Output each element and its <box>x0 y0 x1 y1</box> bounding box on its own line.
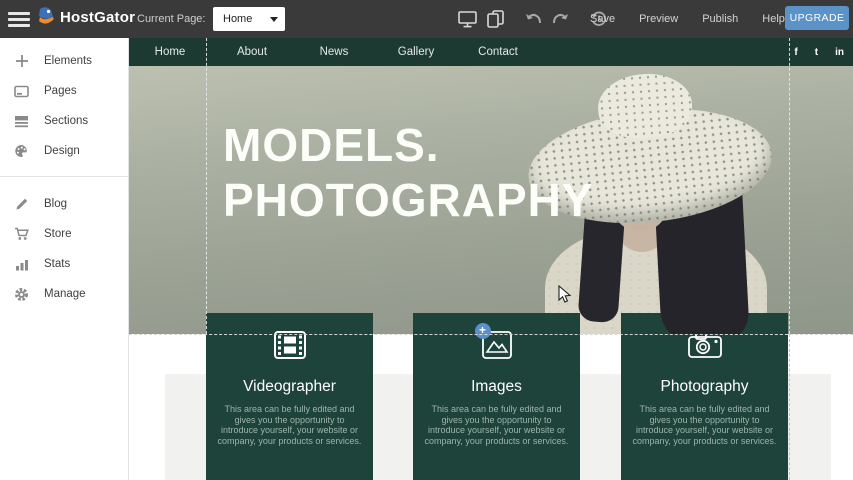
sidebar-item-elements[interactable]: Elements <box>0 46 128 76</box>
sidebar-item-label: Stats <box>44 258 70 270</box>
sidebar-item-label: Design <box>44 145 80 157</box>
current-page-label: Current Page: <box>137 13 205 25</box>
builder-window: HostGator Current Page: Home <box>0 0 853 480</box>
sidebar-item-label: Blog <box>44 198 67 210</box>
camera-icon <box>687 330 723 364</box>
image-plus-icon: + <box>481 330 513 364</box>
section-guide-right <box>789 38 790 334</box>
page-dropdown[interactable]: Home <box>213 7 285 31</box>
palette-icon <box>13 143 30 160</box>
menu-icon[interactable] <box>8 12 30 27</box>
sidebar-item-stats[interactable]: Stats <box>0 249 128 279</box>
gator-mascot-icon <box>36 6 56 28</box>
card-title: Videographer <box>206 378 373 396</box>
sidebar-item-label: Manage <box>44 288 86 300</box>
page-dropdown-value: Home <box>223 13 252 25</box>
add-image-badge-icon[interactable]: + <box>475 323 491 339</box>
hero-title-line1: MODELS. <box>223 118 594 173</box>
cart-icon <box>13 226 30 243</box>
sidebar-item-store[interactable]: Store <box>0 219 128 249</box>
card-title: Images <box>413 378 580 396</box>
redo-icon[interactable] <box>549 9 573 29</box>
hostgator-logo: HostGator <box>36 6 135 28</box>
toolbar-actions: Save Preview Publish Help <box>578 0 797 38</box>
pencil-icon <box>13 196 30 213</box>
bar-chart-icon <box>13 256 30 273</box>
brand-text: HostGator <box>60 9 135 26</box>
plus-icon <box>13 53 30 70</box>
card-images[interactable]: + Images This area can be fully edited a… <box>413 313 580 480</box>
sidebar-item-label: Pages <box>44 85 77 97</box>
film-icon <box>273 330 307 364</box>
site-navbar: Home About News Gallery Contact f t in <box>129 38 853 66</box>
sidebar-divider <box>0 176 128 177</box>
sections-icon <box>13 113 30 130</box>
linkedin-icon[interactable]: in <box>835 47 844 58</box>
sidebar-item-design[interactable]: Design <box>0 136 128 166</box>
desktop-view-icon[interactable] <box>455 9 479 29</box>
hero-section[interactable]: MODELS. PHOTOGRAPHY <box>129 66 853 334</box>
sidebar-item-manage[interactable]: Manage <box>0 279 128 309</box>
upgrade-button[interactable]: UPGRADE <box>785 6 849 30</box>
section-guide-right-lower <box>789 334 790 480</box>
card-photography[interactable]: Photography This area can be fully edite… <box>621 313 788 480</box>
card-body: This area can be fully edited and gives … <box>216 404 364 446</box>
gear-icon <box>13 286 30 303</box>
facebook-icon[interactable]: f <box>794 47 797 58</box>
section-guide-left <box>206 38 207 334</box>
publish-button[interactable]: Publish <box>690 0 750 38</box>
section-guide-bottom <box>129 334 853 335</box>
sidebar-item-label: Store <box>44 228 72 240</box>
chevron-down-icon <box>270 17 278 22</box>
sidebar-item-pages[interactable]: Pages <box>0 76 128 106</box>
sidebar-item-label: Elements <box>44 55 92 67</box>
card-title: Photography <box>621 378 788 396</box>
builder-sidebar: Elements Pages Sections Design Blog <box>0 38 129 480</box>
mouse-cursor <box>558 285 572 304</box>
sidebar-item-label: Sections <box>44 115 88 127</box>
card-body: This area can be fully edited and gives … <box>423 404 571 446</box>
sidebar-item-blog[interactable]: Blog <box>0 189 128 219</box>
undo-icon[interactable] <box>521 9 545 29</box>
site-nav-home[interactable]: Home <box>129 46 211 58</box>
site-nav-about[interactable]: About <box>211 46 293 58</box>
mobile-view-icon[interactable] <box>483 9 507 29</box>
save-button[interactable]: Save <box>578 0 627 38</box>
pages-icon <box>13 83 30 100</box>
card-videographer[interactable]: Videographer This area can be fully edit… <box>206 313 373 480</box>
twitter-icon[interactable]: t <box>815 47 818 58</box>
hero-title-line2: PHOTOGRAPHY <box>223 173 594 228</box>
top-toolbar: HostGator Current Page: Home <box>0 0 853 38</box>
preview-button[interactable]: Preview <box>627 0 690 38</box>
social-links: f t in <box>794 38 844 66</box>
hero-title[interactable]: MODELS. PHOTOGRAPHY <box>223 118 594 228</box>
site-nav-contact[interactable]: Contact <box>457 46 539 58</box>
site-canvas: Home About News Gallery Contact f t in M… <box>129 38 853 480</box>
sidebar-item-sections[interactable]: Sections <box>0 106 128 136</box>
site-nav-gallery[interactable]: Gallery <box>375 46 457 58</box>
card-body: This area can be fully edited and gives … <box>631 404 779 446</box>
site-nav-news[interactable]: News <box>293 46 375 58</box>
